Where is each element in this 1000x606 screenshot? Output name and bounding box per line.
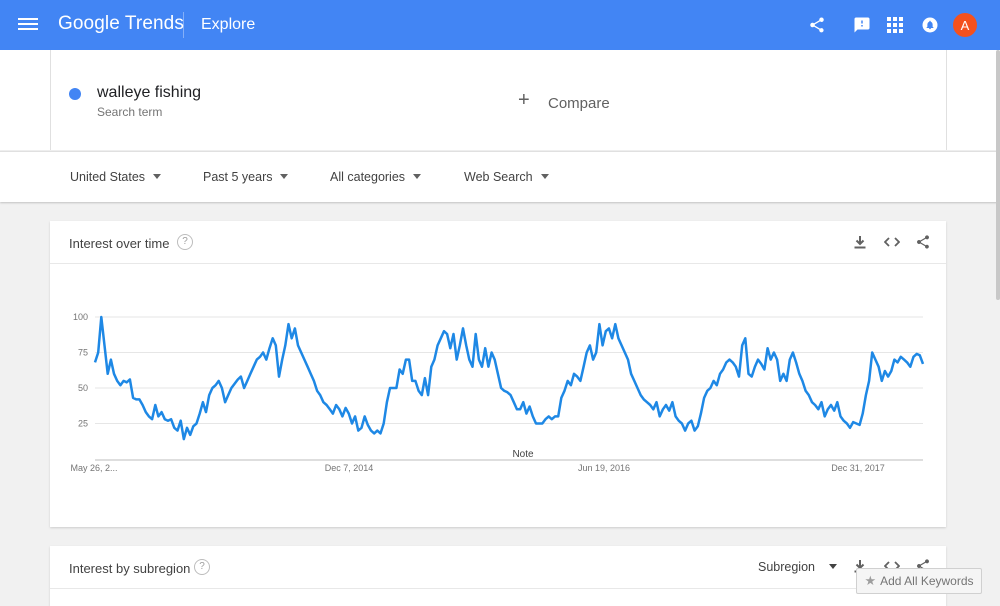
star-icon: ★: [864, 573, 877, 588]
x-tick-label: Dec 7, 2014: [325, 463, 374, 473]
search-term-name[interactable]: walleye fishing: [97, 84, 201, 102]
filter-region[interactable]: United States: [70, 170, 162, 184]
header-divider: [183, 12, 184, 38]
apps-grid-icon[interactable]: [883, 13, 907, 37]
google-trends-logo[interactable]: Google Trends: [58, 13, 184, 35]
series-color-dot: [69, 88, 81, 100]
interest-over-time-card: Interest over time ? 25 50 75 100 May 26, 2…: [50, 221, 946, 527]
interest-by-subregion-card: Interest by subregion ? Subregion: [50, 546, 946, 606]
filter-region-label: United States: [70, 170, 146, 184]
y-tick-label: 100: [73, 312, 88, 322]
x-tick-label: Dec 31, 2017: [831, 463, 885, 473]
page-title: Explore: [201, 16, 256, 33]
plus-icon: +: [518, 89, 530, 111]
card-title: Interest by subregion: [69, 561, 191, 576]
filter-search-type-label: Web Search: [464, 170, 533, 184]
add-all-keywords-button[interactable]: ★ Add All Keywords: [856, 568, 982, 594]
help-icon[interactable]: ?: [177, 234, 193, 250]
y-tick-label: 50: [78, 383, 88, 393]
search-term-type: Search term: [97, 105, 163, 119]
download-icon[interactable]: [850, 232, 870, 252]
add-all-keywords-label: Add All Keywords: [880, 574, 974, 588]
chevron-down-icon: [413, 174, 422, 179]
chevron-down-icon: [280, 174, 289, 179]
share-icon[interactable]: [805, 13, 829, 37]
top-app-bar: Google Trends Explore A: [0, 0, 1000, 50]
subregion-select-label: Subregion: [758, 560, 815, 574]
page-scrollbar[interactable]: [996, 50, 1000, 300]
search-term-card[interactable]: walleye fishing Search term: [50, 50, 500, 150]
subregion-select[interactable]: Subregion: [758, 560, 837, 574]
series-line: [93, 315, 925, 441]
compare-button[interactable]: + Compare: [498, 50, 947, 150]
filter-search-type[interactable]: Web Search: [464, 170, 549, 184]
account-avatar[interactable]: A: [953, 13, 977, 37]
x-tick-label: May 26, 2...: [70, 463, 117, 473]
feedback-icon[interactable]: [850, 13, 874, 37]
filter-category-label: All categories: [330, 170, 406, 184]
x-tick-label: Jun 19, 2016: [578, 463, 630, 473]
menu-icon[interactable]: [18, 15, 38, 35]
y-tick-label: 25: [78, 419, 88, 429]
filter-category[interactable]: All categories: [330, 170, 422, 184]
notifications-icon[interactable]: [918, 13, 942, 37]
share-icon[interactable]: [913, 232, 933, 252]
card-divider: [50, 588, 946, 589]
filter-time-label: Past 5 years: [203, 170, 273, 184]
compare-label: Compare: [548, 95, 610, 112]
note-annotation: Note: [512, 449, 534, 460]
chevron-down-icon: [540, 174, 549, 179]
filter-time-range[interactable]: Past 5 years: [203, 170, 289, 184]
embed-icon[interactable]: [882, 232, 902, 252]
chevron-down-icon: [153, 174, 162, 179]
chevron-down-icon: [829, 564, 837, 569]
card-title: Interest over time: [69, 236, 170, 251]
y-tick-label: 75: [78, 348, 88, 358]
filter-bar: United States Past 5 years All categorie…: [0, 151, 1000, 202]
help-icon[interactable]: ?: [194, 559, 210, 575]
interest-over-time-chart[interactable]: 25 50 75 100 May 26, 2... Dec 7, 2014 Jun 19,…: [50, 263, 946, 523]
